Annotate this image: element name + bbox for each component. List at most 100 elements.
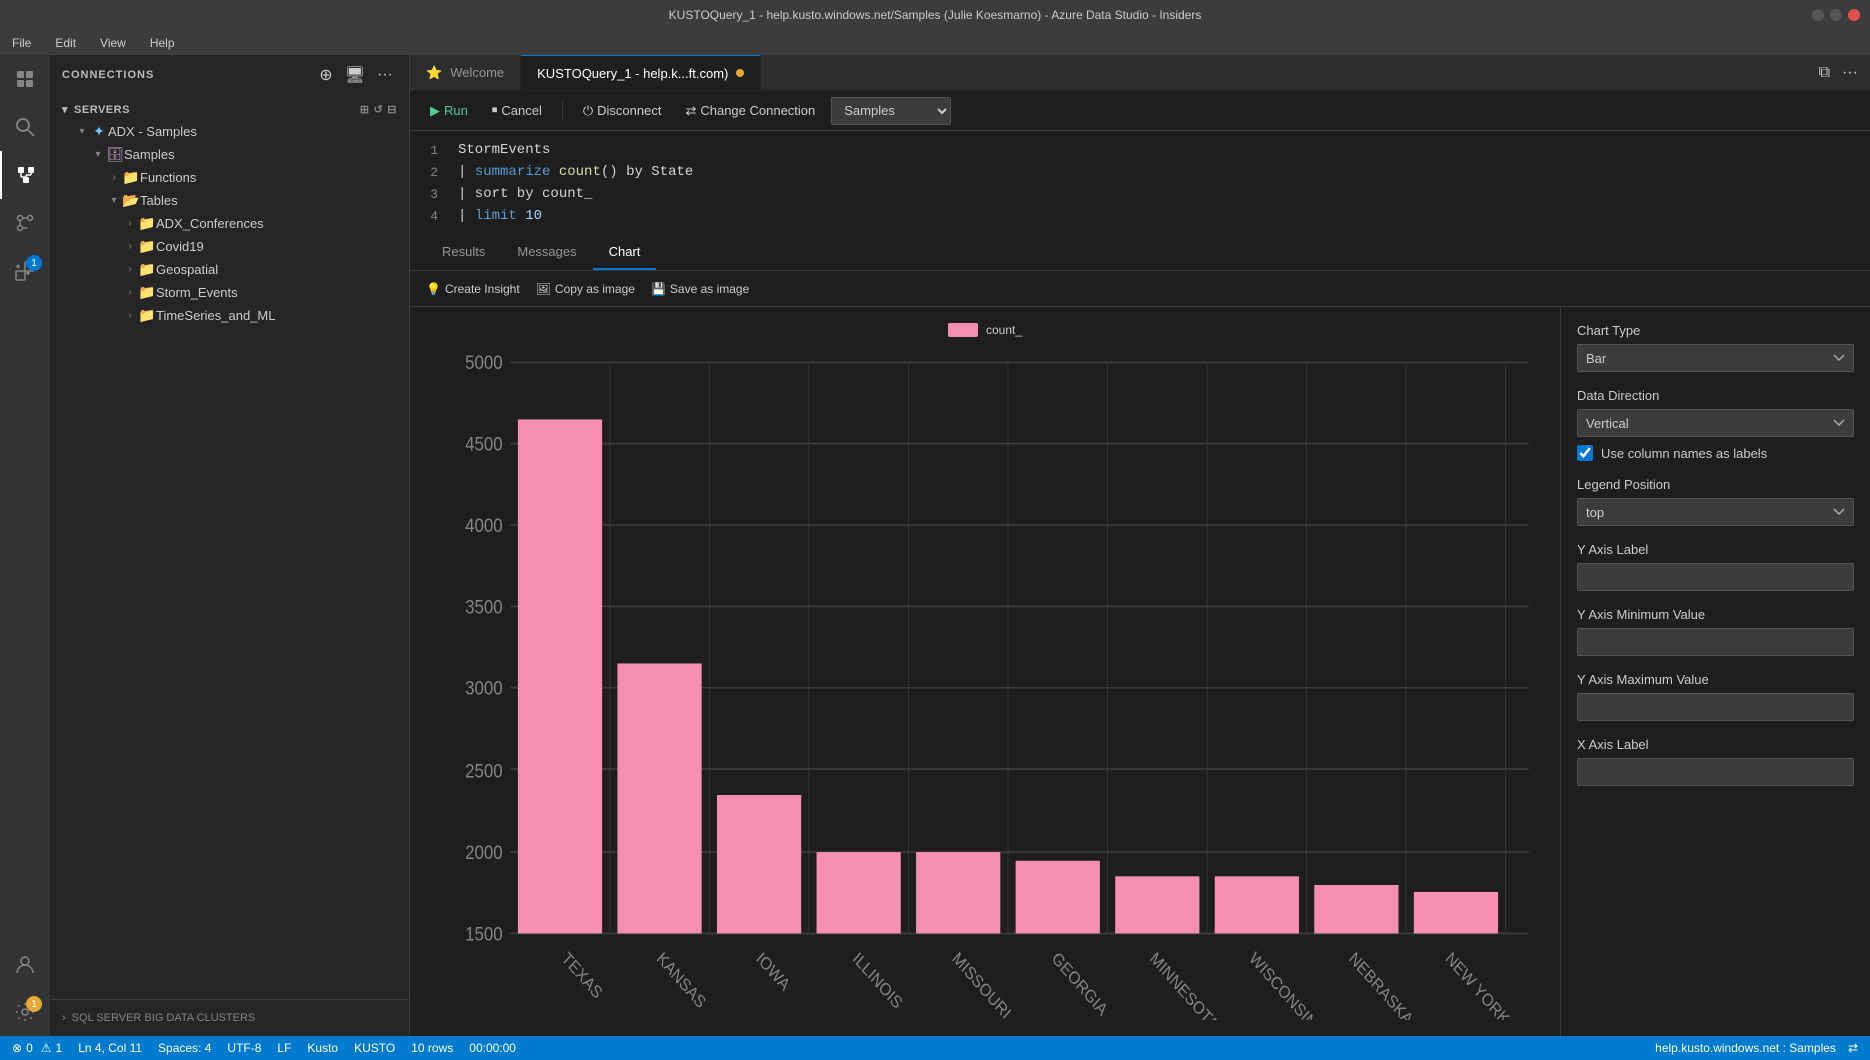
change-connection-button[interactable]: ⇄ Change Connection xyxy=(677,99,823,123)
title-bar-text: KUSTOQuery_1 - help.kusto.windows.net/Sa… xyxy=(669,8,1202,22)
warning-count: 1 xyxy=(56,1041,63,1055)
result-tab-chart[interactable]: Chart xyxy=(593,235,657,270)
status-language[interactable]: Kusto xyxy=(307,1041,338,1055)
table-label: TimeSeries_and_ML xyxy=(156,308,275,323)
settings-badge: 1 xyxy=(26,996,42,1012)
split-editor-button[interactable]: ⧉ xyxy=(1815,62,1834,84)
activity-extensions[interactable]: 1 xyxy=(0,247,50,295)
more-tab-actions-button[interactable]: ··· xyxy=(1838,62,1862,84)
tree-table-timeseries[interactable]: › 📁 TimeSeries_and_ML xyxy=(50,304,409,327)
status-line-ending[interactable]: LF xyxy=(277,1041,291,1055)
tab-messages-label: Messages xyxy=(517,244,576,259)
tree-functions[interactable]: › 📁 Functions xyxy=(50,166,409,189)
bar-newyork xyxy=(1414,892,1498,934)
tab-kusto[interactable]: KUSTOQuery_1 - help.k...ft.com) xyxy=(521,55,761,90)
menu-help[interactable]: Help xyxy=(146,34,179,52)
y-axis-label-label: Y Axis Label xyxy=(1577,542,1854,557)
x-axis-label-input[interactable] xyxy=(1577,758,1854,786)
status-bar: ⊗ 0 ⚠ 1 Ln 4, Col 11 Spaces: 4 UTF-8 LF … xyxy=(0,1036,1870,1060)
copy-as-image-action[interactable]: 🖼 Copy as image xyxy=(536,282,635,296)
svg-text:1500: 1500 xyxy=(465,923,502,944)
extensions-badge: 1 xyxy=(26,255,42,271)
bar-iowa xyxy=(717,795,801,933)
tree-table-storm[interactable]: › 📁 Storm_Events xyxy=(50,281,409,304)
chart-type-select[interactable]: Bar Line Scatter Time Series xyxy=(1577,344,1854,372)
activity-explorer[interactable] xyxy=(0,55,50,103)
status-errors[interactable]: ⊗ 0 ⚠ 1 xyxy=(12,1041,62,1055)
bar-illinois xyxy=(817,852,901,933)
create-insight-action[interactable]: 💡 Create Insight xyxy=(426,282,520,296)
y-axis-label-input[interactable] xyxy=(1577,563,1854,591)
y-axis-max-input[interactable] xyxy=(1577,693,1854,721)
server-header-actions: ⊞ ↺ ⊟ xyxy=(360,103,397,116)
maximize-button[interactable] xyxy=(1830,9,1842,21)
run-button[interactable]: ▶ Run xyxy=(422,99,476,123)
activity-connections[interactable] xyxy=(0,151,50,199)
tree-table-adx[interactable]: › 📁 ADX_Conferences xyxy=(50,212,409,235)
table-icon: 📁 xyxy=(138,284,156,301)
tables-folder-icon: 📂 xyxy=(122,192,140,209)
copy-image-icon: 🖼 xyxy=(536,282,551,296)
status-encoding[interactable]: UTF-8 xyxy=(227,1041,261,1055)
status-server[interactable]: help.kusto.windows.net : Samples xyxy=(1655,1041,1836,1055)
create-insight-icon: 💡 xyxy=(426,282,441,296)
bar-georgia xyxy=(1016,861,1100,934)
cancel-button[interactable]: ⏹ Cancel xyxy=(484,99,550,122)
result-tab-messages[interactable]: Messages xyxy=(501,235,592,270)
result-tab-results[interactable]: Results xyxy=(426,235,501,270)
status-kusto[interactable]: KUSTO xyxy=(354,1041,395,1055)
xlabel-texas: TEXAS xyxy=(558,949,605,1003)
activity-settings[interactable]: 1 xyxy=(0,988,50,1036)
data-direction-select[interactable]: Vertical Horizontal xyxy=(1577,409,1854,437)
tree-server-adx[interactable]: ▾ ✦ ADX - Samples xyxy=(50,120,409,143)
database-icon: 🗄 xyxy=(106,146,124,163)
xlabel-wisconsin: WISCONSIN xyxy=(1246,949,1320,1020)
activity-search[interactable] xyxy=(0,103,50,151)
svg-text:2500: 2500 xyxy=(465,761,502,782)
tree-table-covid[interactable]: › 📁 Covid19 xyxy=(50,235,409,258)
activity-account[interactable] xyxy=(0,940,50,988)
new-connection-button[interactable]: ⊕ xyxy=(315,63,336,87)
tab-welcome[interactable]: ⭐ Welcome xyxy=(410,55,521,90)
server-refresh-btn[interactable]: ↺ xyxy=(374,103,384,116)
y-axis-min-input[interactable] xyxy=(1577,628,1854,656)
cancel-label: Cancel xyxy=(501,103,541,118)
minimize-button[interactable] xyxy=(1812,9,1824,21)
status-position[interactable]: Ln 4, Col 11 xyxy=(78,1041,142,1055)
legend-position-select[interactable]: top bottom left right none xyxy=(1577,498,1854,526)
more-actions-button[interactable]: ··· xyxy=(373,63,397,87)
add-server-button[interactable]: 🖥 xyxy=(341,63,369,87)
sql-cluster-item[interactable]: › SQL SERVER BIG DATA CLUSTERS xyxy=(62,1008,397,1028)
xlabel-georgia: GEORGIA xyxy=(1048,949,1111,1020)
use-column-names-checkbox[interactable] xyxy=(1577,445,1593,461)
svg-text:5000: 5000 xyxy=(465,352,502,373)
tab-welcome-icon: ⭐ xyxy=(426,65,442,81)
code-editor[interactable]: 1 StormEvents 2 | summarize count() by S… xyxy=(410,131,1870,235)
save-image-icon: 💾 xyxy=(651,282,666,296)
server-collapse-btn[interactable]: ⊟ xyxy=(387,103,397,116)
status-time: 00:00:00 xyxy=(469,1041,516,1055)
tab-kusto-label: KUSTOQuery_1 - help.k...ft.com) xyxy=(537,66,728,81)
sidebar: CONNECTIONS ⊕ 🖥 ··· ▾ SERVERS ⊞ ↺ ⊟ xyxy=(50,55,410,1036)
menu-edit[interactable]: Edit xyxy=(51,34,80,52)
editor-area: ⭐ Welcome KUSTOQuery_1 - help.k...ft.com… xyxy=(410,55,1870,1036)
menu-bar: File Edit View Help xyxy=(0,30,1870,55)
close-button[interactable] xyxy=(1848,9,1860,21)
tree-database-samples[interactable]: ▾ 🗄 Samples xyxy=(50,143,409,166)
menu-file[interactable]: File xyxy=(8,34,35,52)
sidebar-footer: › SQL SERVER BIG DATA CLUSTERS xyxy=(50,999,409,1036)
activity-git[interactable] xyxy=(0,199,50,247)
save-as-image-action[interactable]: 💾 Save as image xyxy=(651,282,749,296)
menu-view[interactable]: View xyxy=(96,34,130,52)
chart-type-label: Chart Type xyxy=(1577,323,1854,338)
server-new-btn[interactable]: ⊞ xyxy=(360,103,370,116)
status-spaces[interactable]: Spaces: 4 xyxy=(158,1041,211,1055)
database-selector[interactable]: Samples xyxy=(831,97,951,125)
tables-arrow: ▾ xyxy=(106,195,122,206)
window-controls[interactable] xyxy=(1812,9,1860,21)
disconnect-button[interactable]: ⏻ Disconnect xyxy=(575,99,670,123)
tree-table-geo[interactable]: › 📁 Geospatial xyxy=(50,258,409,281)
servers-header[interactable]: ▾ SERVERS ⊞ ↺ ⊟ xyxy=(50,99,409,120)
tree-tables[interactable]: ▾ 📂 Tables xyxy=(50,189,409,212)
table-icon: 📁 xyxy=(138,238,156,255)
